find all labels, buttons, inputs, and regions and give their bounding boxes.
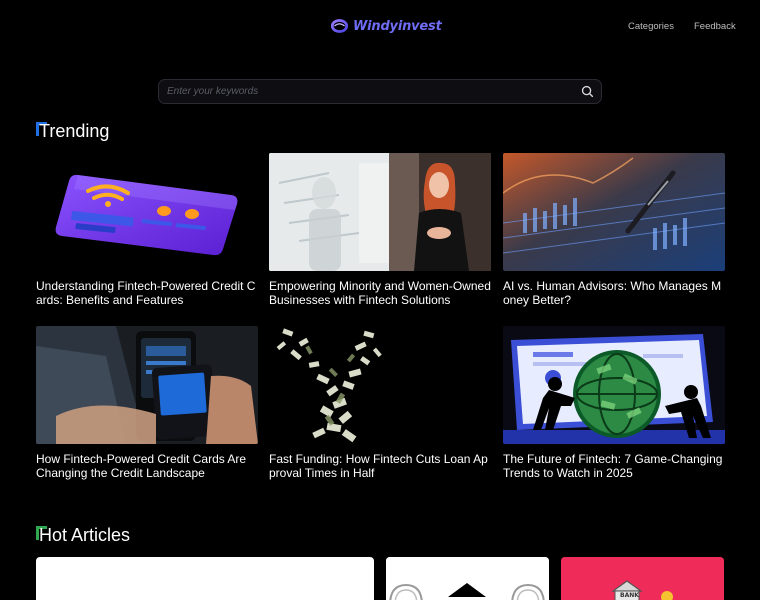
article-title[interactable]: The Future of Fintech: 7 Game-Changing T…: [503, 452, 725, 480]
hot-article-card[interactable]: [36, 557, 374, 600]
nav-categories[interactable]: Categories: [628, 21, 674, 32]
trending-heading: Trending: [36, 121, 109, 142]
article-card[interactable]: AI vs. Human Advisors: Who Manages Money…: [503, 153, 725, 307]
logo-text: Windyinvest: [353, 18, 442, 34]
hot-article-card[interactable]: BANK: [561, 557, 724, 600]
search-icon[interactable]: [580, 84, 595, 99]
hot-article-image-bank: [561, 557, 724, 600]
article-title[interactable]: Fast Funding: How Fintech Cuts Loan Appr…: [269, 452, 491, 480]
nav-feedback[interactable]: Feedback: [694, 21, 736, 32]
search-bar: [158, 79, 602, 104]
article-image-money-tornado[interactable]: [269, 326, 491, 444]
article-title[interactable]: Understanding Fintech-Powered Credit Car…: [36, 279, 258, 307]
logo[interactable]: Windyinvest: [331, 18, 442, 34]
bank-sign-label: BANK: [620, 592, 639, 599]
article-card[interactable]: Empowering Minority and Women-Owned Busi…: [269, 153, 491, 307]
hot-articles-title: Hot Articles: [39, 525, 131, 545]
hot-article-card[interactable]: [386, 557, 549, 600]
article-card[interactable]: Fast Funding: How Fintech Cuts Loan Appr…: [269, 326, 491, 480]
article-title[interactable]: How Fintech-Powered Credit Cards Are Cha…: [36, 452, 258, 480]
search-input[interactable]: [167, 80, 567, 103]
hot-article-image-badges: [386, 557, 549, 600]
article-image-money-globe[interactable]: [503, 326, 725, 444]
article-card[interactable]: Understanding Fintech-Powered Credit Car…: [36, 153, 258, 307]
trending-title: Trending: [39, 121, 110, 141]
article-card[interactable]: The Future of Fintech: 7 Game-Changing T…: [503, 326, 725, 480]
article-card[interactable]: How Fintech-Powered Credit Cards Are Cha…: [36, 326, 258, 480]
article-title[interactable]: AI vs. Human Advisors: Who Manages Money…: [503, 279, 725, 307]
article-image-phone-payment[interactable]: [36, 326, 258, 444]
hot-articles-heading: Hot Articles: [36, 525, 130, 546]
article-image-woman-presenting[interactable]: [269, 153, 491, 271]
article-title[interactable]: Empowering Minority and Women-Owned Busi…: [269, 279, 491, 307]
article-image-financial-charts[interactable]: [503, 153, 725, 271]
article-image-credit-card[interactable]: [36, 153, 258, 271]
site-header: Windyinvest Categories Feedback: [0, 0, 760, 56]
logo-icon: [331, 19, 348, 33]
